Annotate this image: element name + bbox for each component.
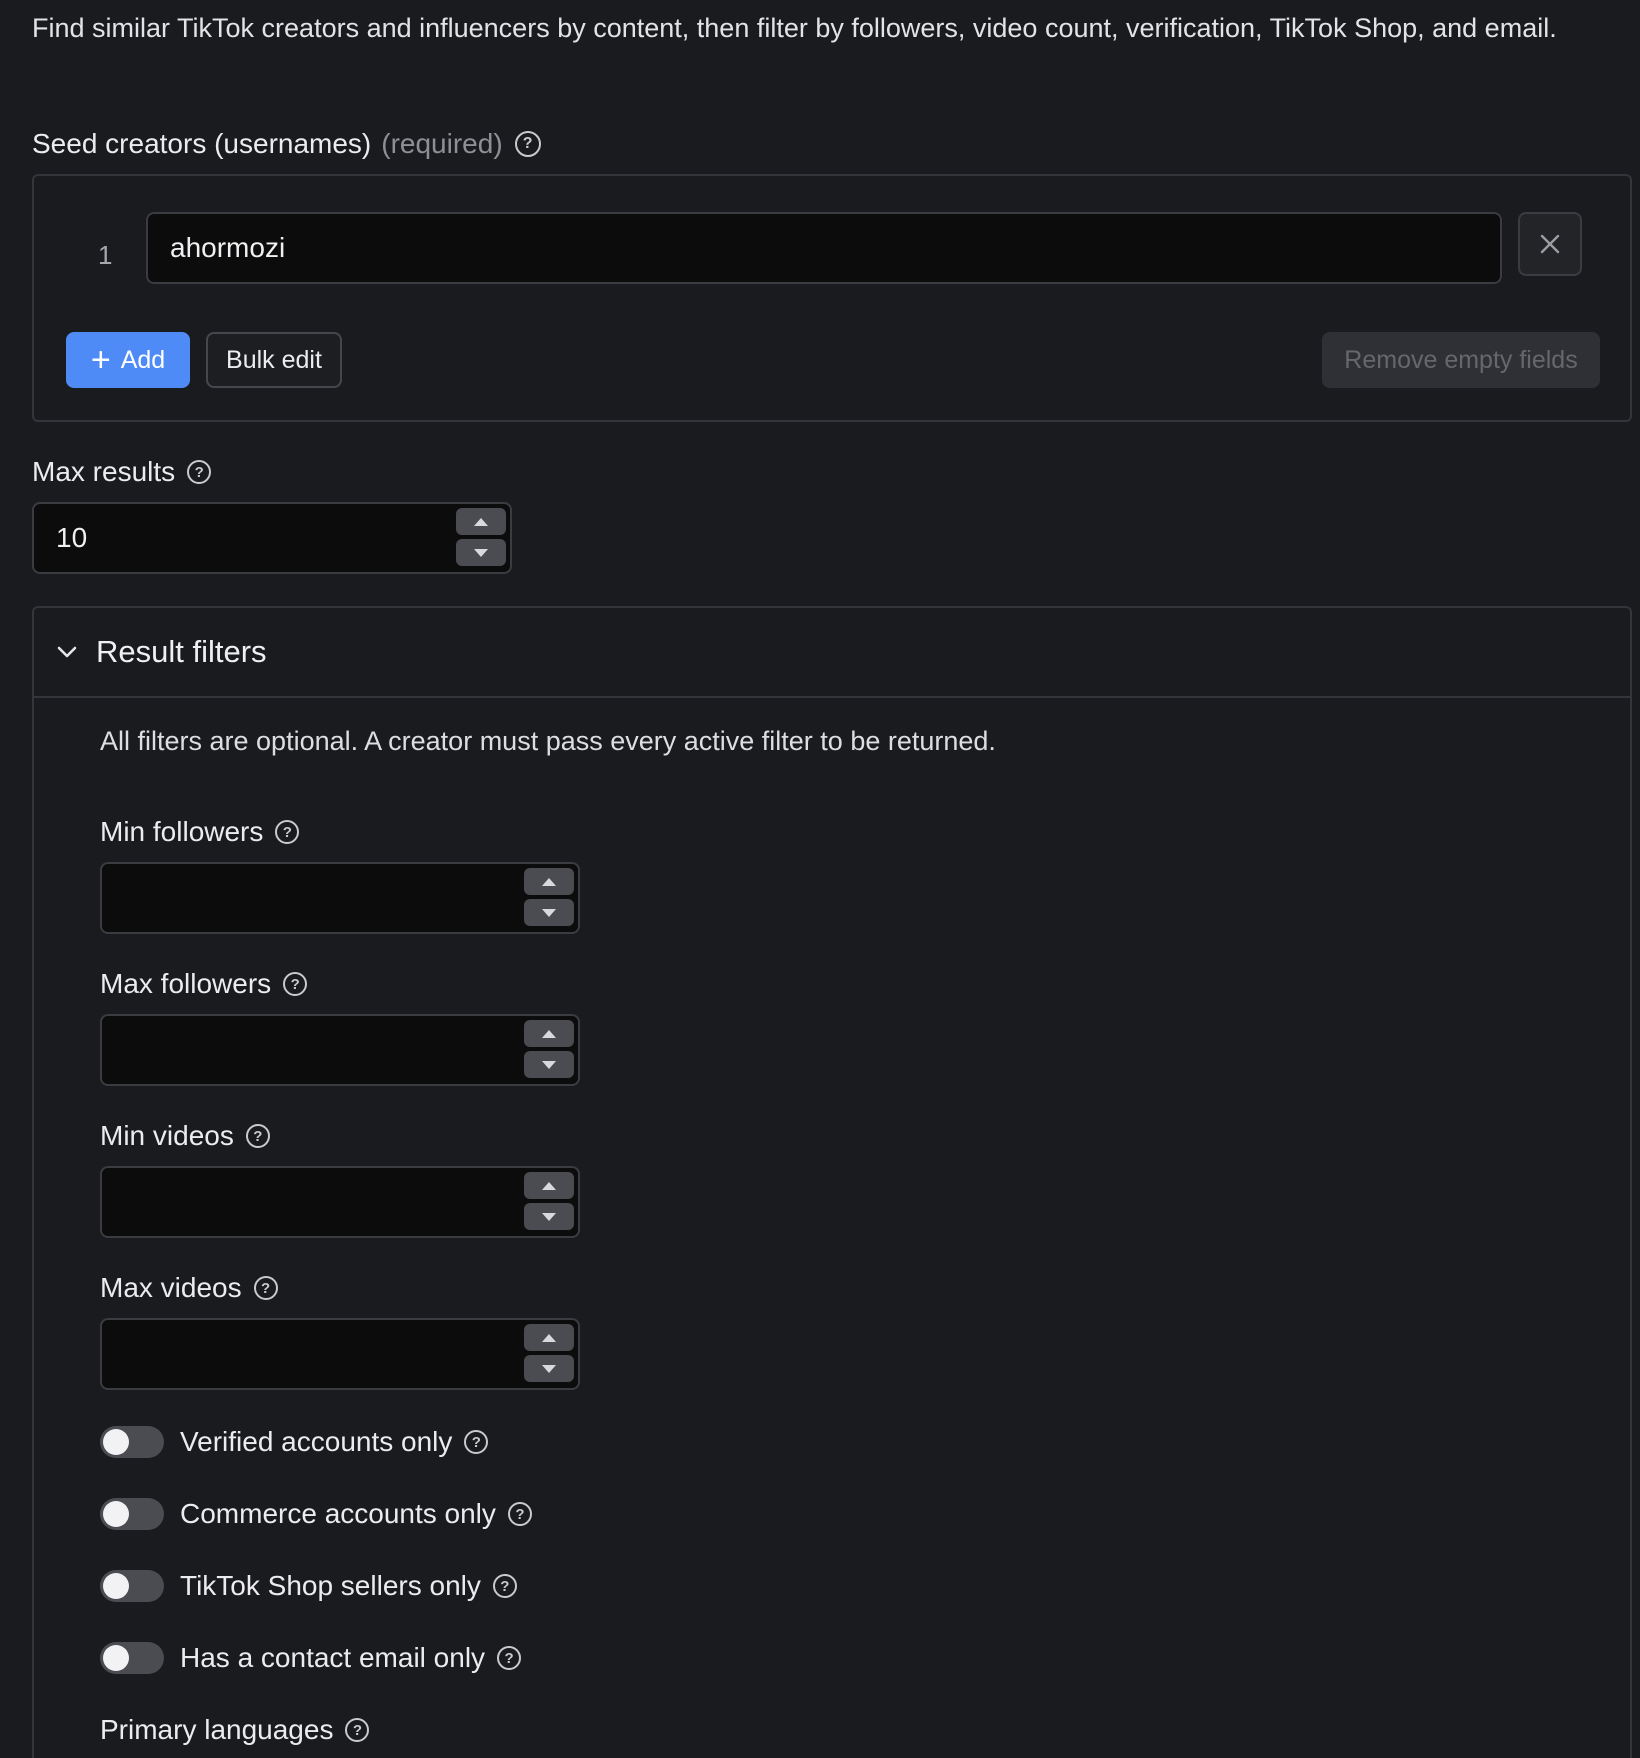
max-followers-label-text: Max followers xyxy=(100,968,272,999)
primary-languages-label-text: Primary languages xyxy=(100,1714,334,1745)
min-videos-label: Min videos ? xyxy=(100,1120,270,1152)
actor-input-form: Find similar TikTok creators and influen… xyxy=(0,0,1640,1758)
result-filters-header[interactable]: Result filters xyxy=(34,608,1630,698)
max-videos-stepper xyxy=(524,1324,574,1382)
remove-row-button[interactable] xyxy=(1518,212,1582,276)
help-icon[interactable]: ? xyxy=(283,972,308,996)
help-icon[interactable]: ? xyxy=(507,1502,532,1526)
primary-languages-label: Primary languages ? xyxy=(100,1714,370,1746)
increment-button[interactable] xyxy=(524,1020,574,1047)
seed-creators-panel: 1 + Add Bulk edit Remove empty fields xyxy=(32,174,1632,422)
max-results-input[interactable]: 10 xyxy=(32,502,512,574)
increment-button[interactable] xyxy=(524,1172,574,1199)
toggle-row-tiktok-shop: TikTok Shop sellers only ? xyxy=(100,1570,517,1602)
caret-up-icon xyxy=(542,1333,556,1342)
min-videos-label-text: Min videos xyxy=(100,1120,234,1151)
decrement-button[interactable] xyxy=(524,1203,574,1230)
max-videos-label-text: Max videos xyxy=(100,1272,242,1303)
toggle-row-contact-email: Has a contact email only ? xyxy=(100,1642,522,1674)
max-results-value: 10 xyxy=(56,522,88,553)
caret-down-icon xyxy=(474,548,488,557)
help-icon[interactable]: ? xyxy=(275,820,300,844)
filters-note: All filters are optional. A creator must… xyxy=(100,726,996,756)
decrement-button[interactable] xyxy=(524,899,574,926)
help-icon[interactable]: ? xyxy=(253,1276,278,1300)
increment-button[interactable] xyxy=(524,868,574,895)
max-videos-label: Max videos ? xyxy=(100,1272,278,1304)
help-icon[interactable]: ? xyxy=(345,1718,370,1742)
toggle-knob xyxy=(103,1429,129,1455)
caret-up-icon xyxy=(542,1029,556,1038)
verified-toggle-label: Verified accounts only xyxy=(180,1426,453,1457)
remove-empty-fields-button[interactable]: Remove empty fields xyxy=(1322,332,1600,388)
caret-up-icon xyxy=(542,1181,556,1190)
tiktok-shop-toggle-label: TikTok Shop sellers only xyxy=(180,1570,481,1601)
decrement-button[interactable] xyxy=(524,1051,574,1078)
add-button[interactable]: + Add xyxy=(66,332,190,388)
chevron-down-icon xyxy=(57,646,77,658)
min-followers-label: Min followers ? xyxy=(100,816,300,848)
seed-creators-label: Seed creators (usernames) (required) ? xyxy=(32,128,541,160)
help-icon[interactable]: ? xyxy=(497,1646,522,1670)
help-icon[interactable]: ? xyxy=(514,131,541,157)
help-icon[interactable]: ? xyxy=(187,460,212,484)
required-marker: (required) xyxy=(381,128,503,159)
increment-button[interactable] xyxy=(524,1324,574,1351)
max-followers-label: Max followers ? xyxy=(100,968,308,1000)
toggle-knob xyxy=(103,1645,129,1671)
decrement-button[interactable] xyxy=(456,539,506,566)
bulk-edit-button[interactable]: Bulk edit xyxy=(206,332,342,388)
contact-email-toggle-label: Has a contact email only xyxy=(180,1642,486,1673)
caret-up-icon xyxy=(474,517,488,526)
seed-username-input[interactable] xyxy=(146,212,1502,284)
min-followers-stepper xyxy=(524,868,574,926)
max-results-stepper xyxy=(456,508,506,566)
tiktok-shop-toggle[interactable] xyxy=(100,1570,164,1602)
help-icon[interactable]: ? xyxy=(492,1574,517,1598)
commerce-toggle[interactable] xyxy=(100,1498,164,1530)
plus-icon: + xyxy=(90,341,111,379)
toggle-knob xyxy=(103,1501,129,1527)
min-videos-input[interactable] xyxy=(100,1166,580,1238)
caret-down-icon xyxy=(542,1212,556,1221)
max-videos-input[interactable] xyxy=(100,1318,580,1390)
contact-email-toggle[interactable] xyxy=(100,1642,164,1674)
toggle-row-verified: Verified accounts only ? xyxy=(100,1426,489,1458)
form-description: Find similar TikTok creators and influen… xyxy=(32,13,1557,43)
min-followers-input[interactable] xyxy=(100,862,580,934)
min-videos-stepper xyxy=(524,1172,574,1230)
caret-down-icon xyxy=(542,1364,556,1373)
caret-down-icon xyxy=(542,908,556,917)
caret-up-icon xyxy=(542,877,556,886)
caret-down-icon xyxy=(542,1060,556,1069)
min-followers-label-text: Min followers xyxy=(100,816,264,847)
decrement-button[interactable] xyxy=(524,1355,574,1382)
close-icon xyxy=(1540,234,1560,254)
seed-row-index: 1 xyxy=(98,240,113,270)
add-button-label: Add xyxy=(120,345,166,374)
max-followers-stepper xyxy=(524,1020,574,1078)
max-results-label-text: Max results xyxy=(32,456,176,487)
max-results-label: Max results ? xyxy=(32,456,212,488)
max-followers-input[interactable] xyxy=(100,1014,580,1086)
toggle-knob xyxy=(103,1573,129,1599)
help-icon[interactable]: ? xyxy=(464,1430,489,1454)
help-icon[interactable]: ? xyxy=(245,1124,270,1148)
increment-button[interactable] xyxy=(456,508,506,535)
commerce-toggle-label: Commerce accounts only xyxy=(180,1498,496,1529)
result-filters-title: Result filters xyxy=(96,634,267,669)
toggle-row-commerce: Commerce accounts only ? xyxy=(100,1498,532,1530)
seed-creators-label-text: Seed creators (usernames) xyxy=(32,128,372,159)
verified-toggle[interactable] xyxy=(100,1426,164,1458)
